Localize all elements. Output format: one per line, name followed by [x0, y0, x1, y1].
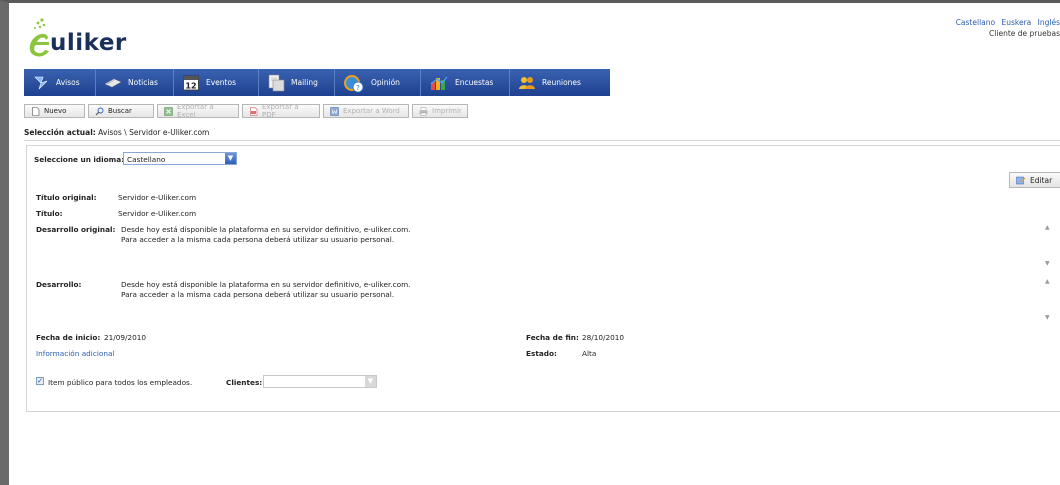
- nav-item-reuniones[interactable]: Reuniones: [510, 69, 610, 96]
- word-icon: [330, 106, 339, 116]
- clientes-label: Clientes:: [226, 378, 263, 387]
- export-pdf-label: Exportar a PDF: [262, 103, 299, 119]
- nav-label: Mailing: [291, 78, 318, 87]
- fecha-inicio-value: 21/09/2010: [104, 333, 147, 342]
- nav-label: Eventos: [206, 78, 236, 87]
- titulo-original-label: Título original:: [36, 193, 97, 202]
- nav-item-avisos[interactable]: Avisos: [24, 69, 96, 96]
- newspaper-icon: [104, 74, 122, 92]
- breadcrumb: Selección actual: Avisos \ Servidor e-Ul…: [24, 128, 209, 137]
- uliker-logo: uliker: [24, 16, 154, 62]
- svg-text:?: ?: [356, 84, 360, 92]
- titulo-label: Título:: [36, 209, 63, 218]
- nav-item-encuestas[interactable]: Encuestas: [421, 69, 510, 96]
- desarrollo-original-line1: Desde hoy está disponible la plataforma …: [121, 225, 411, 234]
- nav-label: Encuestas: [455, 78, 494, 87]
- fecha-fin-label: Fecha de fin:: [526, 333, 579, 342]
- edit-icon: [1016, 176, 1026, 185]
- survey-chart-icon: [429, 74, 449, 92]
- export-pdf-button[interactable]: Exportar a PDF: [242, 103, 320, 119]
- logo-text: uliker: [50, 30, 127, 56]
- selection-path: Avisos \ Servidor e-Uliker.com: [98, 128, 210, 137]
- imprimir-label: Imprimir: [432, 107, 462, 115]
- export-word-label: Exportar a Word: [343, 107, 400, 115]
- imprimir-button[interactable]: Imprimir: [412, 104, 468, 118]
- language-link-euskera[interactable]: Euskera: [1001, 18, 1031, 27]
- titulo-original-value: Servidor e-Uliker.com: [118, 193, 197, 202]
- language-links: Castellano Euskera Inglés: [952, 18, 1060, 27]
- buscar-button[interactable]: Buscar: [88, 104, 154, 118]
- chevron-down-icon[interactable]: ▼: [365, 376, 376, 387]
- export-word-button[interactable]: Exportar a Word: [323, 104, 409, 118]
- client-name: Cliente de pruebas: [989, 29, 1060, 38]
- selection-label: Selección actual:: [24, 128, 96, 137]
- publico-checkbox[interactable]: ✓: [36, 377, 44, 385]
- desarrollo-original-scrollbar[interactable]: ▲ ▼: [1043, 222, 1053, 270]
- pin-icon: [32, 74, 50, 92]
- desarrollo-scrollbar[interactable]: ▲ ▼: [1043, 276, 1053, 324]
- divider: [24, 140, 1060, 141]
- editar-label: Editar: [1030, 175, 1053, 185]
- export-excel-button[interactable]: Exportar a Excel: [157, 103, 239, 119]
- nav-item-eventos[interactable]: 12 Eventos: [174, 69, 259, 96]
- excel-icon: [164, 106, 173, 116]
- fecha-inicio-label: Fecha de inicio:: [36, 333, 101, 342]
- nuevo-label: Nuevo: [44, 107, 67, 115]
- language-link-ingles[interactable]: Inglés: [1038, 18, 1060, 27]
- language-link-castellano[interactable]: Castellano: [956, 18, 995, 27]
- calendar-icon: 12: [182, 74, 200, 92]
- nav-item-noticias[interactable]: Noticias: [96, 69, 174, 96]
- scroll-down-icon[interactable]: ▼: [1045, 260, 1050, 267]
- nav-item-opinion[interactable]: ? Opinión: [335, 69, 421, 96]
- estado-label: Estado:: [526, 349, 557, 358]
- toolbar: Nuevo Buscar Exportar a Excel Exportar a…: [24, 103, 468, 119]
- estado-value: Alta: [582, 349, 597, 358]
- informacion-adicional-link[interactable]: Información adicional: [36, 349, 114, 358]
- clientes-select[interactable]: ▼: [263, 375, 377, 388]
- nav-label: Noticias: [128, 78, 158, 87]
- desarrollo-line1: Desde hoy está disponible la plataforma …: [121, 280, 411, 289]
- nav-item-mailing[interactable]: Mailing: [259, 69, 335, 96]
- nav-label: Opinión: [371, 78, 400, 87]
- desarrollo-original-label: Desarrollo original:: [36, 225, 116, 234]
- nav-label: Avisos: [56, 78, 80, 87]
- pdf-icon: [249, 106, 258, 116]
- printer-icon: [419, 106, 428, 116]
- titulo-value: Servidor e-Uliker.com: [118, 209, 197, 218]
- language-select-value: Castellano: [127, 155, 166, 164]
- detail-panel: [26, 145, 1060, 412]
- desarrollo-label: Desarrollo:: [36, 280, 82, 289]
- opinion-globe-icon: ?: [343, 73, 365, 93]
- main-nav: Avisos Noticias 12 Eventos Mailing ? Opi…: [24, 69, 610, 96]
- fecha-fin-value: 28/10/2010: [582, 333, 625, 342]
- editar-button[interactable]: Editar: [1009, 172, 1060, 188]
- language-select-label: Seleccione un idioma:: [34, 155, 125, 164]
- meeting-people-icon: [518, 74, 536, 92]
- scroll-down-icon[interactable]: ▼: [1045, 314, 1050, 321]
- new-document-icon: [31, 106, 40, 116]
- desarrollo-original-line2: Para acceder a la misma cada persona deb…: [121, 235, 395, 244]
- nav-label: Reuniones: [542, 78, 581, 87]
- magnifier-icon: [95, 107, 104, 116]
- export-excel-label: Exportar a Excel: [177, 103, 214, 119]
- publico-label: Item público para todos los empleados.: [48, 378, 193, 387]
- svg-text:12: 12: [185, 81, 196, 90]
- language-select[interactable]: Castellano ▼: [123, 152, 237, 165]
- nuevo-button[interactable]: Nuevo: [24, 104, 85, 118]
- mail-document-icon: [267, 74, 285, 92]
- scroll-up-icon[interactable]: ▲: [1045, 224, 1050, 231]
- chevron-down-icon[interactable]: ▼: [225, 153, 236, 164]
- scroll-up-icon[interactable]: ▲: [1045, 278, 1050, 285]
- desarrollo-line2: Para acceder a la misma cada persona deb…: [121, 290, 395, 299]
- buscar-label: Buscar: [108, 107, 132, 115]
